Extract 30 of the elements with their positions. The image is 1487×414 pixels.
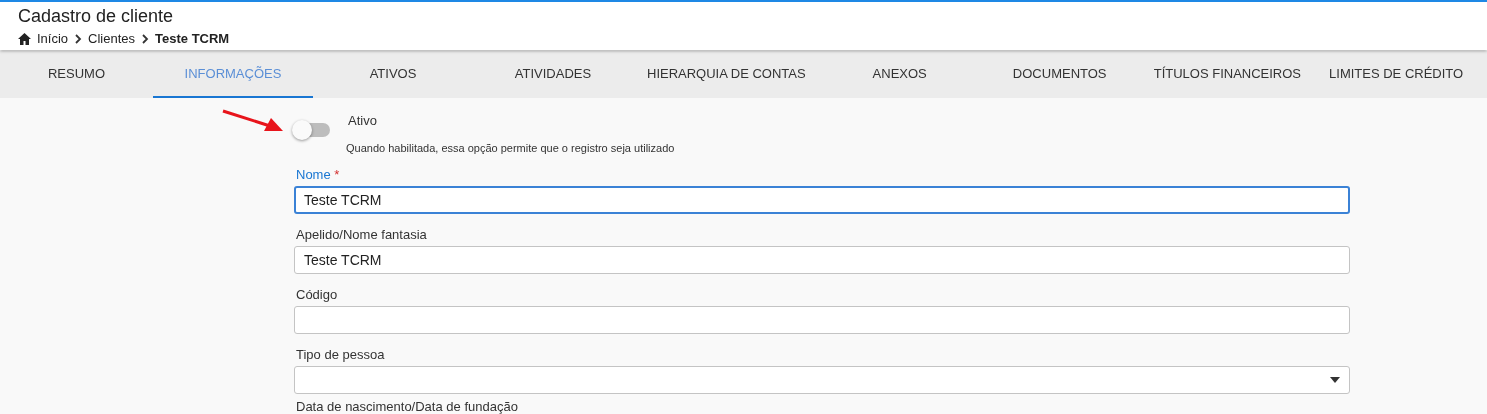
home-icon[interactable] <box>18 32 31 45</box>
field-label: Nome <box>296 167 331 182</box>
input-field[interactable]: Teste TCRM <box>294 246 1350 274</box>
toggle-label: Ativo <box>348 112 377 128</box>
help-text: Quando habilitada, essa opção permite que o registro seja utilizado <box>346 142 676 154</box>
tab[interactable]: ATIVOS <box>313 51 473 98</box>
chevron-icon <box>74 33 83 44</box>
toggle-switch[interactable] <box>294 123 330 137</box>
arrow-icon <box>222 109 284 133</box>
tab[interactable]: LIMITES DE CRÉDITO <box>1315 51 1478 98</box>
field-label: Data de nascimento/Data de fundação <box>296 399 519 414</box>
tab[interactable]: RESUMO <box>0 51 153 98</box>
tab[interactable]: HIERARQUIA DE CONTAS <box>633 51 820 98</box>
breadcrumb-link[interactable]: Clientes <box>88 31 136 46</box>
tab[interactable]: ANEXOS <box>819 51 980 98</box>
breadcrumb-link[interactable]: Início <box>37 31 69 46</box>
field-label: Código <box>296 287 339 302</box>
breadcrumb-current: Teste TCRM <box>155 31 230 46</box>
chevron-icon <box>141 33 150 44</box>
dropdown-field[interactable] <box>294 366 1350 394</box>
field-label: Tipo de pessoa <box>296 347 386 362</box>
tab[interactable]: TÍTULOS FINANCEIROS <box>1139 51 1316 98</box>
tab[interactable]: DOCUMENTOS <box>979 51 1140 98</box>
input-field[interactable]: Teste TCRM <box>294 186 1350 214</box>
page-title: Cadastro de cliente <box>18 5 175 27</box>
caret-icon <box>1330 377 1340 383</box>
tab[interactable]: ATIVIDADES <box>473 51 633 98</box>
required-mark: * <box>334 167 340 182</box>
input-field[interactable] <box>294 306 1350 334</box>
field-label: Apelido/Nome fantasia <box>296 227 428 242</box>
